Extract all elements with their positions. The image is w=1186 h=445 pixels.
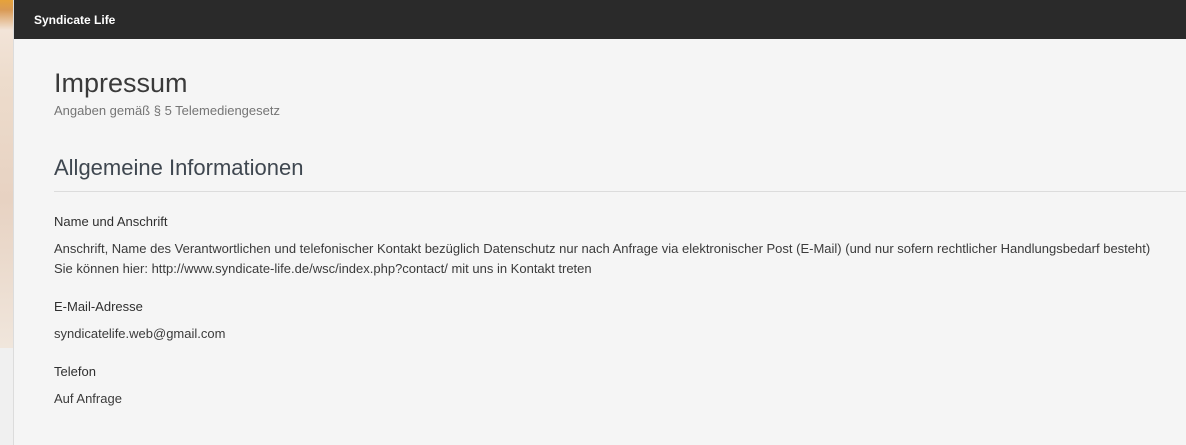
top-navigation-bar: Syndicate Life xyxy=(14,0,1186,39)
field-value: Auf Anfrage xyxy=(54,389,1186,409)
field-value: Anschrift, Name des Verantwortlichen und… xyxy=(54,239,1186,279)
phone-value: Auf Anfrage xyxy=(54,391,122,406)
page-subtitle: Angaben gemäß § 5 Telemediengesetz xyxy=(54,103,280,118)
field-phone: Telefon Auf Anfrage xyxy=(54,364,1186,409)
field-email: E-Mail-Adresse syndicatelife.web@gmail.c… xyxy=(54,299,1186,344)
background-left-strip-bottom xyxy=(0,348,13,445)
field-name-address: Name und Anschrift Anschrift, Name des V… xyxy=(54,214,1186,279)
field-value-line: Sie können hier: http://www.syndicate-li… xyxy=(54,261,592,276)
field-label: Name und Anschrift xyxy=(54,214,168,229)
email-value: syndicatelife.web@gmail.com xyxy=(54,326,226,341)
section-title: Allgemeine Informationen xyxy=(54,155,304,180)
main-content: Impressum Angaben gemäß § 5 Telemedienge… xyxy=(14,39,1186,409)
background-left-strip xyxy=(0,0,13,348)
page-container: Syndicate Life Impressum Angaben gemäß §… xyxy=(13,0,1186,445)
field-label: Telefon xyxy=(54,364,96,379)
page-title: Impressum xyxy=(54,68,188,98)
field-value-line: Anschrift, Name des Verantwortlichen und… xyxy=(54,241,1151,256)
section-divider xyxy=(54,191,1186,192)
brand-link[interactable]: Syndicate Life xyxy=(34,13,115,27)
field-label: E-Mail-Adresse xyxy=(54,299,143,314)
field-value: syndicatelife.web@gmail.com xyxy=(54,324,1186,344)
